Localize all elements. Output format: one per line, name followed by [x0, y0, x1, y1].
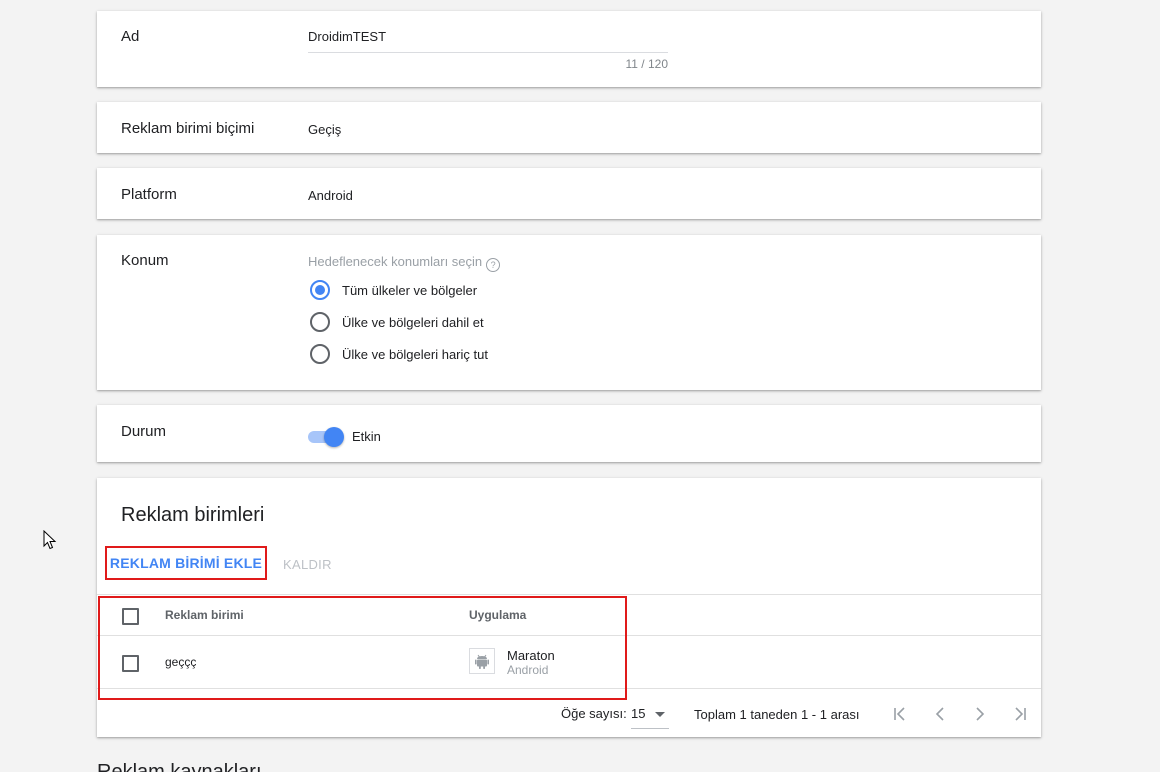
add-ad-unit-button[interactable]: REKLAM BİRİMİ EKLE	[105, 546, 267, 580]
platform-label: Platform	[121, 186, 177, 203]
first-page-icon[interactable]	[890, 704, 910, 724]
next-page-icon[interactable]	[970, 704, 990, 724]
platform-card: Platform Android	[97, 168, 1041, 219]
format-value: Geçiş	[308, 122, 342, 137]
dropdown-caret-icon	[655, 712, 665, 717]
table-top-divider	[97, 594, 1041, 595]
name-input-underline	[308, 52, 668, 53]
name-char-counter: 11 / 120	[625, 57, 668, 71]
items-per-page-value: 15	[631, 706, 646, 721]
previous-page-icon[interactable]	[930, 704, 950, 724]
name-card: Ad DroidimTEST 11 / 120	[97, 11, 1041, 87]
ad-sources-heading: Reklam kaynakları	[97, 761, 262, 772]
status-label: Durum	[121, 423, 167, 440]
select-underline	[631, 728, 669, 729]
location-option-exclude[interactable]: Ülke ve bölgeleri hariç tut	[310, 343, 488, 365]
location-hint: Hedeflenecek konumları seçin?	[308, 254, 501, 272]
table-highlight-box	[98, 596, 627, 700]
location-option-label: Ülke ve bölgeleri dahil et	[342, 314, 484, 330]
location-label: Konum	[121, 252, 169, 269]
mouse-cursor-icon	[43, 530, 57, 550]
location-option-all[interactable]: Tüm ülkeler ve bölgeler	[310, 279, 477, 301]
last-page-icon[interactable]	[1010, 704, 1030, 724]
location-card: Konum Hedeflenecek konumları seçin? Tüm …	[97, 235, 1041, 390]
ad-units-title: Reklam birimleri	[121, 504, 265, 526]
help-icon[interactable]: ?	[486, 258, 501, 272]
status-toggle[interactable]	[308, 427, 344, 447]
ad-units-card: Reklam birimleri REKLAM BİRİMİ EKLE KALD…	[97, 478, 1041, 737]
radio-checked-icon[interactable]	[310, 280, 330, 300]
format-card: Reklam birimi biçimi Geçiş	[97, 102, 1041, 153]
remove-button[interactable]: KALDIR	[283, 557, 332, 572]
name-label: Ad	[121, 28, 140, 45]
format-label: Reklam birimi biçimi	[121, 120, 255, 137]
location-hint-text: Hedeflenecek konumları seçin	[308, 254, 483, 269]
location-option-include[interactable]: Ülke ve bölgeleri dahil et	[310, 311, 484, 333]
radio-unchecked-icon[interactable]	[310, 344, 330, 364]
items-per-page-select[interactable]: 15	[631, 706, 669, 729]
status-toggle-label: Etkin	[352, 429, 381, 444]
toggle-knob	[324, 427, 344, 447]
pagination-range: Toplam 1 taneden 1 - 1 arası	[694, 707, 860, 722]
radio-unchecked-icon[interactable]	[310, 312, 330, 332]
location-option-label: Ülke ve bölgeleri hariç tut	[342, 346, 488, 362]
items-per-page-label: Öğe sayısı:	[561, 706, 627, 721]
status-card: Durum Etkin	[97, 405, 1041, 462]
platform-value: Android	[308, 188, 353, 203]
location-option-label: Tüm ülkeler ve bölgeler	[342, 282, 478, 298]
name-input[interactable]: DroidimTEST	[308, 29, 386, 44]
